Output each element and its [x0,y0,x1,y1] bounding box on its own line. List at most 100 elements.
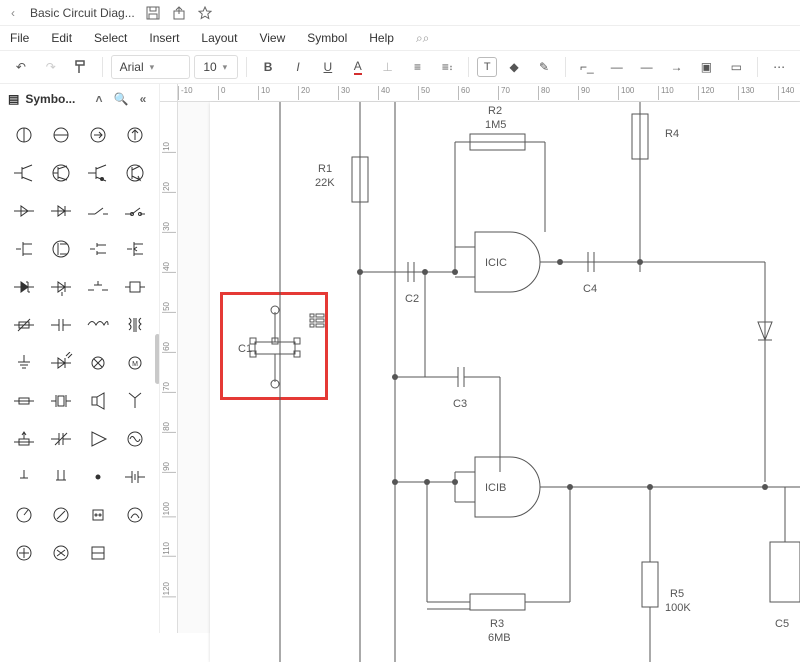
line-style-button[interactable]: — [604,54,630,80]
ruler-tick: 20 [298,86,310,100]
label-icib: ICIB [485,482,506,494]
menu-view[interactable]: View [259,31,285,45]
symbol-source-2[interactable] [43,116,80,154]
text-direction-button[interactable]: ⊥ [375,54,401,80]
symbol-fet-1[interactable] [6,230,43,268]
italic-button[interactable]: I [285,54,311,80]
symbol-switch-2[interactable] [116,192,153,230]
symbol-button[interactable] [80,268,117,306]
fill-color-button[interactable]: ◆ [501,54,527,80]
connector-button[interactable]: ⌐_ [574,54,600,80]
font-family-combo[interactable]: Arial▾ [111,55,191,79]
symbol-transistor-2[interactable] [43,154,80,192]
save-icon[interactable] [145,5,161,21]
share-icon[interactable] [171,5,187,21]
symbol-conn-2[interactable] [80,534,117,572]
symbol-meter-5[interactable] [43,534,80,572]
line-spacing-button[interactable]: ≡↕ [434,54,460,80]
symbol-ind-1[interactable] [80,306,117,344]
panel-library-icon[interactable]: ▤ [8,92,19,106]
symbol-cap-1[interactable] [43,306,80,344]
symbol-battery[interactable] [116,458,153,496]
underline-button[interactable]: U [315,54,341,80]
arrow-start-button[interactable]: — [634,54,660,80]
symbol-speaker[interactable] [80,382,117,420]
ruler-tick: 0 [218,86,225,100]
panel-hide-icon[interactable]: « [135,92,151,106]
back-button[interactable]: ‹ [6,6,20,20]
ruler-tick: 50 [162,302,176,313]
symbol-amp[interactable] [80,420,117,458]
symbol-transistor-4[interactable] [116,154,153,192]
symbol-fet-2[interactable] [43,230,80,268]
menu-select[interactable]: Select [94,31,127,45]
label-r2v: 1M5 [485,119,506,131]
symbol-ground[interactable] [6,344,43,382]
symbol-src-ac[interactable] [116,420,153,458]
ruler-tick: 130 [738,86,754,100]
symbol-crystal[interactable] [43,382,80,420]
symbol-meter-3[interactable] [116,496,153,534]
circuit-drawing[interactable]: R1 22K R2 1M5 R4 ICIC [210,102,800,662]
text-tool-button[interactable]: T [477,57,497,77]
ruler-tick: 110 [658,86,674,100]
symbol-xformer[interactable] [116,306,153,344]
bold-button[interactable]: B [255,54,281,80]
symbol-plug[interactable] [43,458,80,496]
layers-button[interactable]: ▣ [693,54,719,80]
symbol-transistor-1[interactable] [6,154,43,192]
symbol-meter-2[interactable] [43,496,80,534]
group-button[interactable]: ▭ [723,54,749,80]
symbol-diode-2[interactable] [43,192,80,230]
symbol-antenna[interactable] [116,382,153,420]
symbol-conn-1[interactable] [80,496,117,534]
symbol-pot[interactable] [6,420,43,458]
undo-button[interactable]: ↶ [8,54,34,80]
symbol-bulb[interactable] [80,344,117,382]
arrow-end-button[interactable]: → [664,54,690,80]
menu-help[interactable]: Help [369,31,394,45]
menu-insert[interactable]: Insert [149,31,179,45]
symbol-fuse[interactable] [6,382,43,420]
ruler-tick: 110 [162,542,176,557]
font-color-button[interactable]: A [345,54,371,80]
symbol-source-4[interactable] [116,116,153,154]
ruler-tick: 20 [162,182,176,193]
selected-shape-c1[interactable]: C1 [238,306,324,388]
symbol-thyristor[interactable] [43,268,80,306]
panel-search-icon[interactable]: 🔍 [113,92,129,106]
symbol-source-1[interactable] [6,116,43,154]
binoculars-icon[interactable]: ⌕⌕ [416,31,429,46]
symbol-source-3[interactable] [80,116,117,154]
menu-edit[interactable]: Edit [51,31,72,45]
menu-symbol[interactable]: Symbol [307,31,347,45]
menu-layout[interactable]: Layout [201,31,237,45]
symbol-meter-1[interactable] [6,496,43,534]
symbol-meter-4[interactable] [6,534,43,572]
symbol-diode-1[interactable] [6,192,43,230]
redo-button[interactable]: ↷ [38,54,64,80]
more-button[interactable]: ⋯ [766,54,792,80]
page[interactable]: R1 22K R2 1M5 R4 ICIC [210,102,800,662]
align-button[interactable]: ≡ [405,54,431,80]
symbol-transistor-3[interactable] [80,154,117,192]
line-color-button[interactable]: ✎ [531,54,557,80]
symbol-motor[interactable]: M [116,344,153,382]
canvas[interactable]: -100102030405060708090100110120130140 10… [160,84,800,633]
symbol-node[interactable] [80,458,117,496]
symbol-fet-4[interactable] [116,230,153,268]
symbol-jack[interactable] [6,458,43,496]
font-size-combo[interactable]: 10▾ [194,55,238,79]
menu-file[interactable]: File [10,31,29,45]
format-painter-button[interactable] [68,54,94,80]
panel-scrollbar[interactable] [155,334,159,384]
symbol-relay[interactable] [116,268,153,306]
symbol-switch-1[interactable] [80,192,117,230]
symbol-led[interactable] [43,344,80,382]
symbol-varcap[interactable] [43,420,80,458]
panel-collapse-icon[interactable]: ˄ [91,92,107,106]
symbol-res-var[interactable] [6,306,43,344]
star-icon[interactable] [197,5,213,21]
symbol-zener[interactable] [6,268,43,306]
symbol-fet-3[interactable] [80,230,117,268]
